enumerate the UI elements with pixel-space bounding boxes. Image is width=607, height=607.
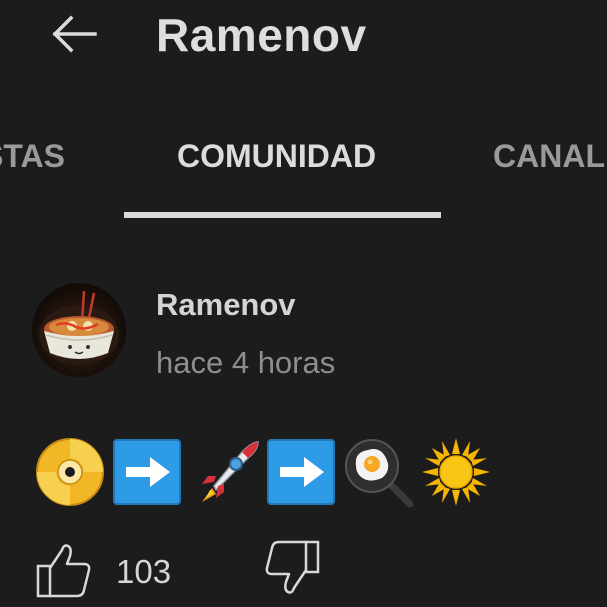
like-button[interactable] [34, 540, 94, 600]
thumbs-down-icon [265, 540, 320, 594]
post-timestamp: hace 4 horas [156, 345, 336, 380]
active-tab-indicator [124, 212, 441, 218]
ramen-bowl-avatar-icon [39, 290, 119, 365]
right-arrow-icon [113, 439, 181, 505]
like-count: 103 [116, 553, 172, 590]
thumbs-up-icon [36, 544, 91, 598]
tab-community[interactable]: COMUNIDAD [177, 138, 376, 175]
tab-channel[interactable]: CANAL [493, 138, 605, 175]
post-content-emojis [34, 436, 494, 510]
rocket-icon [202, 441, 259, 502]
back-arrow-icon [52, 15, 97, 53]
frying-pan-egg-icon [345, 439, 414, 508]
post-author[interactable]: Ramenov [156, 287, 296, 323]
dvd-disc-icon [36, 438, 104, 506]
dislike-button[interactable] [260, 538, 322, 598]
sun-icon [422, 438, 490, 506]
channel-community-screen: Ramenov STAS COMUNIDAD CANAL Ramenov hac… [0, 0, 607, 607]
avatar[interactable] [32, 283, 126, 377]
tab-bar: STAS COMUNIDAD CANAL [0, 120, 607, 220]
header-bar: Ramenov [0, 0, 607, 80]
page-title: Ramenov [156, 9, 367, 61]
tab-playlists[interactable]: STAS [0, 138, 65, 175]
back-button[interactable] [44, 10, 104, 58]
right-arrow-icon [267, 439, 335, 505]
